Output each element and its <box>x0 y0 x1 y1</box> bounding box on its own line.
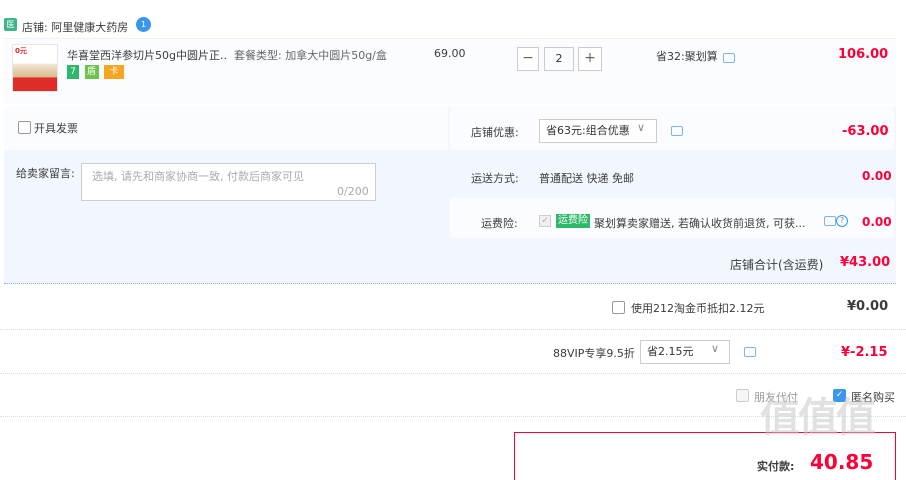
vip-row <box>0 330 906 374</box>
coupon-info-icon[interactable] <box>671 126 683 136</box>
vip-info-icon[interactable] <box>744 347 756 357</box>
shop-total-label: 店铺合计(含运费) <box>730 258 824 272</box>
friend-pay-checkbox[interactable] <box>736 389 749 402</box>
help-icon[interactable]: ? <box>836 215 848 227</box>
coins-amount: ¥0.00 <box>847 299 889 314</box>
item-subtotal: 106.00 <box>838 47 889 62</box>
unit-price: 69.00 <box>434 47 466 60</box>
chevron-down-icon[interactable]: ∨ <box>711 342 719 355</box>
insurance-description: 聚划算卖家赠送, 若确认收货前退货, 可获... <box>594 217 806 230</box>
chevron-down-icon[interactable]: ∨ <box>637 121 645 134</box>
shop-type-icon: 医 <box>4 18 17 31</box>
item-discount: 省32:聚划算 <box>656 50 718 63</box>
quantity-input[interactable]: 2 <box>544 47 574 71</box>
shipping-label: 运送方式: <box>471 172 519 185</box>
invoice-checkbox[interactable] <box>18 121 31 134</box>
seller-message-label: 给卖家留言: <box>16 167 75 180</box>
guarantee-icon: 盾 <box>84 65 99 79</box>
product-sku: 套餐类型: 加拿大中圆片50g/盒 <box>234 49 387 62</box>
insurance-label: 运费险: <box>481 217 518 230</box>
seven-day-return-icon: 7 <box>67 65 79 79</box>
watermark: 值值值 <box>760 395 876 441</box>
shop-name[interactable]: 店铺: 阿里健康大药房 <box>22 19 128 35</box>
invoice-label[interactable]: 开具发票 <box>34 120 78 136</box>
payment-amount: 40.85 <box>810 450 874 474</box>
insurance-amount: 0.00 <box>862 215 892 229</box>
vip-amount: ¥-2.15 <box>841 345 888 360</box>
insurance-tag: 运费险 <box>556 214 590 228</box>
coins-row <box>0 286 906 330</box>
shipping-amount: 0.00 <box>862 169 892 183</box>
insurance-info-icon[interactable] <box>824 216 836 226</box>
shop-total-amount: ¥43.00 <box>840 255 891 270</box>
service-badges: 7 盾 卡 <box>67 65 126 80</box>
coins-checkbox[interactable] <box>612 301 625 314</box>
discount-info-icon[interactable] <box>723 53 735 63</box>
payment-label: 实付款: <box>757 460 795 473</box>
shipping-method: 普通配送 快递 免邮 <box>539 172 634 185</box>
thumbnail-tag: 0元 <box>15 47 27 55</box>
vip-label: 88VIP专享9.5折 <box>553 347 635 360</box>
seller-message-placeholder: 选填, 请先和商家协商一致, 付款后商家可见 <box>92 170 304 183</box>
coupon-amount: -63.00 <box>842 124 889 139</box>
wangwang-chat-icon[interactable]: 1 <box>136 17 151 32</box>
quantity-increase-button[interactable]: + <box>578 47 602 71</box>
coupon-label: 店铺优惠: <box>471 126 519 139</box>
coins-label[interactable]: 使用212淘金币抵扣2.12元 <box>631 300 765 316</box>
seller-message-count: 0/200 <box>337 185 369 198</box>
quantity-decrease-button[interactable]: − <box>517 47 539 71</box>
product-title[interactable]: 华喜堂西洋参切片50g中圆片正... <box>67 47 227 63</box>
insurance-checkbox: ✓ <box>539 215 551 227</box>
card-payment-icon: 卡 <box>104 65 124 79</box>
